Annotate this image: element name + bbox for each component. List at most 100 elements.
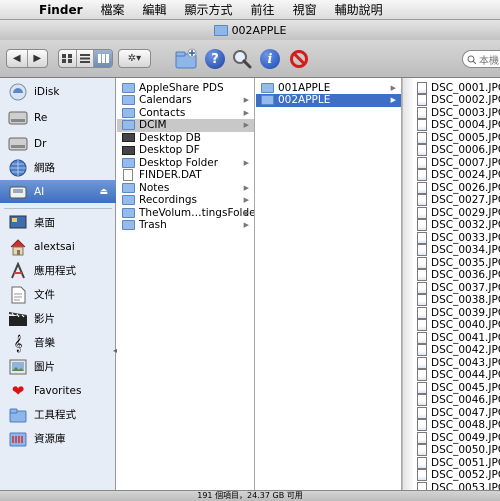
list-item[interactable]: DSC_0053.JPG (414, 481, 500, 490)
list-item[interactable]: DSC_0045.JPG (414, 381, 500, 394)
list-item[interactable]: DSC_0038.JPG (414, 294, 500, 307)
list-item[interactable]: FINDER.DAT (117, 169, 254, 182)
sidebar-item-movies[interactable]: 影片 (0, 307, 116, 330)
icon-view-button[interactable] (59, 50, 77, 67)
list-item[interactable]: DSC_0002.JPG (414, 94, 500, 107)
list-item[interactable]: DSC_0050.JPG (414, 444, 500, 457)
list-item[interactable]: DSC_0046.JPG (414, 394, 500, 407)
title-bar[interactable]: 002APPLE (0, 20, 500, 40)
sidebar-item-applications[interactable]: 應用程式 (0, 259, 116, 282)
list-item-label: Desktop DB (139, 131, 201, 144)
list-item[interactable]: DSC_0047.JPG (414, 406, 500, 419)
list-item[interactable]: Desktop Folder ▶ (117, 156, 254, 169)
jpeg-file-icon (417, 194, 427, 206)
column-view-button[interactable] (94, 50, 112, 67)
list-item[interactable]: DSC_0026.JPG (414, 181, 500, 194)
list-item[interactable]: Desktop DB (117, 131, 254, 144)
list-item[interactable]: Notes ▶ (117, 181, 254, 194)
menu-file[interactable]: 檔案 (92, 1, 134, 18)
menu-help[interactable]: 輔助說明 (326, 1, 392, 18)
list-item-label: DSC_0048.JPG (431, 419, 500, 431)
sidebar-item-network[interactable]: 網路 (0, 156, 116, 179)
list-item[interactable]: DSC_0041.JPG (414, 331, 500, 344)
menu-finder[interactable]: Finder (30, 3, 92, 17)
list-item[interactable]: DSC_0052.JPG (414, 469, 500, 482)
list-item-label: DSC_0053.JPG (431, 481, 500, 491)
list-item[interactable]: DSC_0040.JPG (414, 319, 500, 332)
list-item[interactable]: DSC_0029.JPG (414, 206, 500, 219)
sidebar-item-idisk[interactable]: iDisk (0, 80, 116, 103)
list-item[interactable]: DSC_0039.JPG (414, 306, 500, 319)
menu-window[interactable]: 視窗 (284, 1, 326, 18)
list-item[interactable]: AppleShare PDS (117, 81, 254, 94)
delete-button[interactable] (287, 47, 311, 71)
list-item[interactable]: DCIM ▶ (117, 118, 254, 132)
list-item[interactable]: Contacts ▶ (117, 106, 254, 119)
sidebar-item-utilities[interactable]: 工具程式 (0, 403, 116, 426)
sidebar-item-documents[interactable]: 文件 (0, 283, 116, 306)
list-item[interactable]: Calendars ▶ (117, 94, 254, 107)
jpeg-file-icon (417, 94, 427, 106)
new-folder-button[interactable] (174, 47, 198, 71)
list-item[interactable]: DSC_0042.JPG (414, 344, 500, 357)
list-item[interactable]: DSC_0034.JPG (414, 244, 500, 257)
list-item[interactable]: DSC_0049.JPG (414, 431, 500, 444)
list-view-button[interactable] (77, 50, 95, 67)
list-item[interactable]: DSC_0044.JPG (414, 369, 500, 382)
database-file-icon (122, 133, 135, 142)
list-item[interactable]: DSC_0032.JPG (414, 219, 500, 232)
list-item[interactable]: DSC_0007.JPG (414, 156, 500, 169)
list-item[interactable]: DSC_0035.JPG (414, 256, 500, 269)
list-item[interactable]: DSC_0003.JPG (414, 106, 500, 119)
list-item[interactable]: DSC_0027.JPG (414, 194, 500, 207)
column-scrollbar[interactable] (402, 78, 413, 490)
list-item-label: DSC_0038.JPG (431, 294, 500, 306)
jpeg-file-icon (417, 206, 427, 219)
menu-go[interactable]: 前往 (242, 1, 284, 18)
column-volume: AppleShare PDS Calendars ▶ Contacts ▶ DCIM ▶ De… (117, 78, 255, 490)
sidebar-item-library[interactable]: 資源庫 (0, 427, 116, 450)
list-item[interactable]: Recordings ▶ (117, 194, 254, 207)
list-item[interactable]: DSC_0006.JPG (414, 144, 500, 157)
list-item[interactable]: DSC_0001.JPG (414, 81, 500, 94)
list-item[interactable]: DSC_0043.JPG (414, 356, 500, 369)
menu-edit[interactable]: 編輯 (134, 1, 176, 18)
jpeg-file-icon (417, 444, 427, 456)
list-item[interactable]: DSC_0037.JPG (414, 281, 500, 294)
get-info-button[interactable]: i (258, 47, 282, 71)
sidebar-item-ai[interactable]: AI ⏏ (0, 180, 116, 203)
list-item[interactable]: Desktop DF (117, 144, 254, 157)
list-item[interactable]: Trash ▶ (117, 219, 254, 232)
search-tool-button[interactable] (230, 47, 254, 71)
sidebar-item-re[interactable]: Re (0, 106, 116, 129)
list-item[interactable]: TheVolum…tingsFolder ▶ (117, 206, 254, 219)
sidebar-item-dr[interactable]: Dr (0, 132, 116, 155)
list-item-label: DSC_0005.JPG (431, 131, 500, 144)
sidebar-item-music[interactable]: 𝄞 音樂 (0, 331, 116, 354)
list-item[interactable]: DSC_0051.JPG (414, 456, 500, 469)
search-input[interactable]: 本機 (462, 50, 500, 68)
menu-view[interactable]: 顯示方式 (176, 1, 242, 18)
list-item[interactable]: 001APPLE ▶ (256, 81, 401, 94)
forward-button[interactable]: ▶ (28, 50, 48, 67)
list-item-label: DSC_0046.JPG (431, 394, 500, 406)
list-item[interactable]: DSC_0024.JPG (414, 169, 500, 182)
sidebar-item-desktop[interactable]: 桌面 (0, 211, 116, 234)
list-item[interactable]: DSC_0048.JPG (414, 419, 500, 432)
back-button[interactable]: ◀ (7, 50, 28, 67)
eject-icon[interactable]: ⏏ (99, 187, 108, 197)
sidebar-item-favorites[interactable]: ❤ Favorites (0, 379, 116, 402)
sidebar-item-home[interactable]: alextsai (0, 235, 116, 258)
list-item-label: DSC_0043.JPG (431, 356, 500, 369)
info-icon: i (260, 49, 280, 69)
list-item[interactable]: DSC_0033.JPG (414, 231, 500, 244)
list-item[interactable]: DSC_0005.JPG (414, 131, 500, 144)
list-item[interactable]: DSC_0004.JPG (414, 119, 500, 132)
jpeg-file-icon (417, 331, 427, 344)
list-item[interactable]: 002APPLE ▶ (256, 93, 401, 107)
action-menu-button[interactable]: ✲▾ (118, 49, 151, 68)
help-button[interactable]: ? (203, 47, 227, 71)
sidebar-item-pictures[interactable]: 圖片 (0, 355, 116, 378)
list-item[interactable]: DSC_0036.JPG (414, 269, 500, 282)
list-item-label: DSC_0051.JPG (431, 456, 500, 469)
